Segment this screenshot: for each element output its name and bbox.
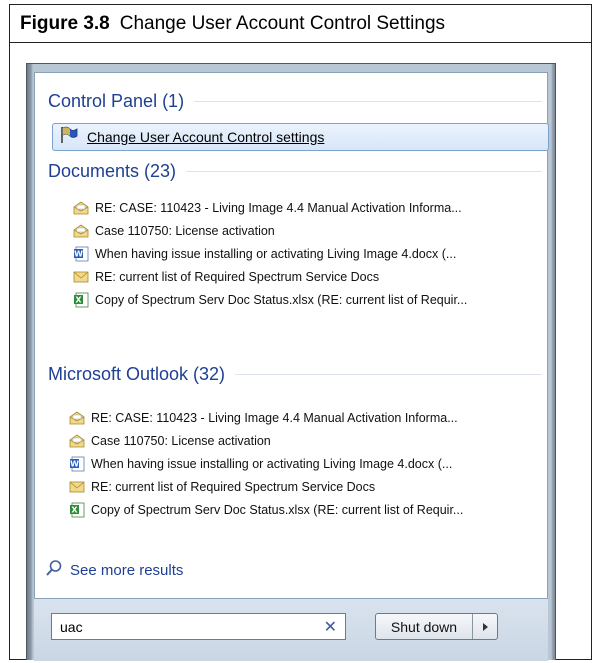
figure-number: Figure 3.8 <box>20 12 110 34</box>
svg-text:W: W <box>70 459 79 468</box>
open-envelope-icon <box>73 223 89 238</box>
envelope-icon <box>69 479 85 494</box>
search-results-pane: Control Panel (1) Change User Account Co… <box>34 72 549 599</box>
search-box[interactable]: ✕ <box>51 613 346 640</box>
list-item[interactable]: W When having issue installing or activa… <box>73 242 533 265</box>
result-label[interactable]: Change User Account Control settings <box>87 129 324 145</box>
shutdown-control: Shut down <box>375 613 498 640</box>
svg-text:W: W <box>74 249 83 258</box>
list-item[interactable]: RE: CASE: 110423 - Living Image 4.4 Manu… <box>69 406 529 429</box>
item-label[interactable]: Copy of Spectrum Serv Doc Status.xlsx (R… <box>95 293 467 307</box>
outlook-list: RE: CASE: 110423 - Living Image 4.4 Manu… <box>69 406 529 521</box>
see-more-results-link[interactable]: See more results <box>45 559 183 581</box>
item-label[interactable]: RE: current list of Required Spectrum Se… <box>95 270 379 284</box>
see-more-label[interactable]: See more results <box>70 562 183 579</box>
figure-title: Change User Account Control Settings <box>119 12 446 34</box>
chevron-right-icon <box>481 617 489 636</box>
uac-flag-icon <box>59 126 79 148</box>
envelope-icon <box>73 269 89 284</box>
divider <box>235 374 542 375</box>
search-icon <box>45 559 63 581</box>
group-title[interactable]: Control Panel (1) <box>48 91 184 112</box>
group-header-control-panel[interactable]: Control Panel (1) <box>48 91 542 112</box>
item-label[interactable]: Case 110750: License activation <box>91 434 271 448</box>
figure-caption: Figure 3.8 Change User Account Control S… <box>10 5 591 43</box>
list-item[interactable]: RE: current list of Required Spectrum Se… <box>73 265 533 288</box>
svg-text:X: X <box>71 505 78 514</box>
open-envelope-icon <box>69 410 85 425</box>
group-header-documents[interactable]: Documents (23) <box>48 161 542 182</box>
close-icon[interactable]: ✕ <box>324 617 337 636</box>
item-label[interactable]: Case 110750: License activation <box>95 224 275 238</box>
list-item[interactable]: W When having issue installing or activa… <box>69 452 529 475</box>
item-label[interactable]: RE: current list of Required Spectrum Se… <box>91 480 375 494</box>
start-menu-bottom-bar: ✕ Shut down <box>34 599 548 661</box>
documents-list: RE: CASE: 110423 - Living Image 4.4 Manu… <box>73 196 533 311</box>
list-item[interactable]: X Copy of Spectrum Serv Doc Status.xlsx … <box>73 288 533 311</box>
excel-doc-icon: X <box>73 292 89 307</box>
open-envelope-icon <box>69 433 85 448</box>
item-label[interactable]: When having issue installing or activati… <box>95 247 456 261</box>
shutdown-button[interactable]: Shut down <box>376 614 473 639</box>
divider <box>186 171 542 172</box>
start-menu-search-panel: Control Panel (1) Change User Account Co… <box>26 63 556 661</box>
list-item[interactable]: RE: current list of Required Spectrum Se… <box>69 475 529 498</box>
list-item[interactable]: Case 110750: License activation <box>73 219 533 242</box>
group-header-outlook[interactable]: Microsoft Outlook (32) <box>48 364 542 385</box>
list-item[interactable]: RE: CASE: 110423 - Living Image 4.4 Manu… <box>73 196 533 219</box>
group-title[interactable]: Documents (23) <box>48 161 176 182</box>
group-title[interactable]: Microsoft Outlook (32) <box>48 364 225 385</box>
item-label[interactable]: RE: CASE: 110423 - Living Image 4.4 Manu… <box>95 201 462 215</box>
item-label[interactable]: When having issue installing or activati… <box>91 457 452 471</box>
svg-text:X: X <box>75 295 82 304</box>
shutdown-options-button[interactable] <box>473 614 497 639</box>
list-item[interactable]: Case 110750: License activation <box>69 429 529 452</box>
word-doc-icon: W <box>69 456 85 471</box>
open-envelope-icon <box>73 200 89 215</box>
item-label[interactable]: Copy of Spectrum Serv Doc Status.xlsx (R… <box>91 503 463 517</box>
result-change-uac-settings[interactable]: Change User Account Control settings <box>52 123 549 151</box>
word-doc-icon: W <box>73 246 89 261</box>
divider <box>194 101 542 102</box>
item-label[interactable]: RE: CASE: 110423 - Living Image 4.4 Manu… <box>91 411 458 425</box>
excel-doc-icon: X <box>69 502 85 517</box>
list-item[interactable]: X Copy of Spectrum Serv Doc Status.xlsx … <box>69 498 529 521</box>
search-input[interactable] <box>60 618 324 635</box>
